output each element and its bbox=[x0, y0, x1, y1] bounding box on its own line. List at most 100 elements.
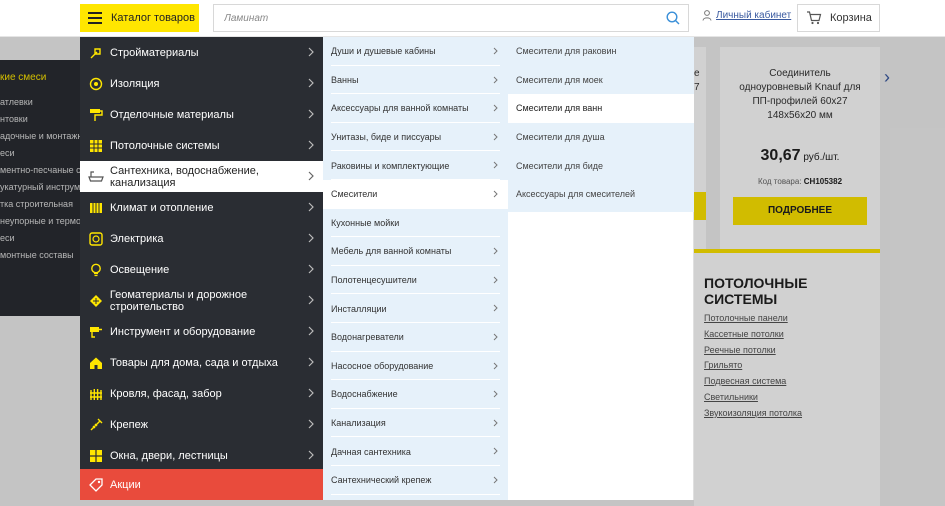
submenu-item-label: Раковины и комплектующие bbox=[331, 160, 450, 171]
catalog-item-climate-heating[interactable]: Климат и отопление bbox=[80, 192, 323, 223]
catalog-item-building-materials[interactable]: Стройматериалы bbox=[80, 37, 323, 68]
chevron-right-icon bbox=[308, 171, 314, 181]
submenu-item[interactable]: Водоснабжение bbox=[323, 380, 508, 409]
chevron-right-icon bbox=[493, 190, 498, 198]
chevron-right-icon bbox=[308, 202, 314, 212]
chevron-right-icon bbox=[308, 388, 314, 398]
cart-button[interactable]: Корзина bbox=[797, 4, 880, 32]
catalog-item-label: Изоляция bbox=[110, 77, 160, 90]
chevron-right-icon bbox=[308, 264, 314, 274]
catalog-item-label: Товары для дома, сада и отдыха bbox=[110, 356, 278, 369]
catalog-item-label: Стройматериалы bbox=[110, 46, 199, 59]
catalog-item-electrical[interactable]: Электрика bbox=[80, 223, 323, 254]
submenu-item-label: Дачная сантехника bbox=[331, 446, 411, 457]
chevron-right-icon bbox=[308, 140, 314, 150]
submenu-item[interactable]: Раковины и комплектующие bbox=[323, 151, 508, 180]
chevron-right-icon bbox=[493, 276, 498, 284]
chevron-right-icon bbox=[308, 419, 314, 429]
mixers-item[interactable]: Смесители для биде bbox=[508, 151, 694, 180]
mixers-item[interactable]: Смесители для раковин bbox=[508, 37, 694, 66]
catalog-item-label: Крепеж bbox=[110, 418, 148, 431]
submenu-item[interactable]: Ванны bbox=[323, 66, 508, 95]
submenu-item[interactable]: Канализация bbox=[323, 409, 508, 438]
mixers-item[interactable]: Смесители для душа bbox=[508, 123, 694, 152]
catalog-item-ceiling-systems[interactable]: Потолочные системы bbox=[80, 130, 323, 161]
submenu-item[interactable]: Унитазы, биде и писсуары bbox=[323, 123, 508, 152]
submenu-item[interactable]: Дачная сантехника bbox=[323, 437, 508, 466]
chevron-right-icon bbox=[493, 305, 498, 312]
chevron-right-icon bbox=[308, 78, 314, 88]
submenu-item-label: Водоснабжение bbox=[331, 389, 398, 400]
submenu-item[interactable]: Полотенцесушители bbox=[323, 266, 508, 295]
submenu-item-label: Унитазы, биде и писсуары bbox=[331, 132, 442, 143]
catalog-item-label: Электрика bbox=[110, 232, 164, 245]
submenu-item[interactable]: Насосное оборудование bbox=[323, 352, 508, 381]
catalog-item-plumbing[interactable]: Сантехника, водоснабжение, канализация bbox=[80, 161, 323, 192]
submenu-item-label: Полотенцесушители bbox=[331, 275, 417, 286]
submenu-item-mixers[interactable]: Смесители bbox=[323, 180, 508, 209]
user-icon bbox=[702, 10, 712, 21]
catalog-item-home-garden[interactable]: Товары для дома, сада и отдыха bbox=[80, 347, 323, 378]
catalog-item-insulation[interactable]: Изоляция bbox=[80, 68, 323, 99]
catalog-item-geomaterials[interactable]: Геоматериалы и дорожное строительство bbox=[80, 285, 323, 316]
mixers-item-bath[interactable]: Смесители для ванн bbox=[508, 94, 694, 123]
bathtub-icon bbox=[88, 169, 104, 185]
submenu-item[interactable]: Водонагреватели bbox=[323, 323, 508, 352]
search-input[interactable] bbox=[214, 5, 654, 31]
submenu-item-label: Смесители bbox=[331, 189, 378, 200]
catalog-item-lighting[interactable]: Освещение bbox=[80, 254, 323, 285]
submenu-item[interactable]: Кухонные мойки bbox=[323, 209, 508, 238]
submenu-item-label: Сантехнический крепеж bbox=[331, 475, 432, 486]
chevron-right-icon bbox=[493, 133, 498, 141]
cart-icon bbox=[807, 11, 822, 25]
cart-label: Корзина bbox=[830, 12, 872, 24]
chevron-right-icon bbox=[308, 450, 314, 460]
catalog-item-label: Освещение bbox=[110, 263, 170, 276]
account-link-label: Личный кабинет bbox=[716, 10, 792, 21]
search-box bbox=[213, 4, 689, 32]
search-icon[interactable] bbox=[666, 11, 680, 25]
submenu-item-label: Ванны bbox=[331, 74, 359, 85]
submenu-item-label: Мебель для ванной комнаты bbox=[331, 246, 452, 257]
mixers-item[interactable]: Смесители для моек bbox=[508, 66, 694, 95]
catalog-item-windows-doors-stairs[interactable]: Окна, двери, лестницы bbox=[80, 440, 323, 471]
catalog-item-tools-equipment[interactable]: Инструмент и оборудование bbox=[80, 316, 323, 347]
catalog-item-label: Инструмент и оборудование bbox=[110, 325, 256, 338]
submenu-item[interactable]: Сантехнический крепеж bbox=[323, 466, 508, 495]
submenu-item-label: Аксессуары для ванной комнаты bbox=[331, 103, 469, 114]
mixers-item[interactable]: Аксессуары для смесителей bbox=[508, 180, 694, 209]
site-header: Каталог товаров Личный кабинет Корзина bbox=[0, 0, 945, 37]
catalog-item-label: Потолочные системы bbox=[110, 139, 220, 152]
chevron-right-icon bbox=[493, 47, 498, 55]
hamburger-icon bbox=[88, 12, 102, 24]
chevron-right-icon bbox=[308, 233, 314, 243]
catalog-button[interactable]: Каталог товаров bbox=[80, 4, 199, 32]
drill-icon bbox=[88, 324, 104, 340]
socket-icon bbox=[88, 231, 104, 247]
tag-icon bbox=[88, 477, 104, 493]
house-icon bbox=[88, 355, 104, 371]
account-link[interactable]: Личный кабинет bbox=[702, 10, 791, 21]
lightbulb-icon bbox=[88, 262, 104, 278]
submenu-item[interactable]: Души и душевые кабины bbox=[323, 37, 508, 66]
chevron-right-icon bbox=[493, 362, 498, 369]
mixers-submenu: Смесители для раковин Смесители для моек… bbox=[508, 37, 694, 500]
paint-roller-icon bbox=[88, 107, 104, 123]
catalog-item-fasteners[interactable]: Крепеж bbox=[80, 409, 323, 440]
insulation-roll-icon bbox=[88, 76, 104, 92]
chevron-right-icon bbox=[493, 448, 498, 455]
chevron-right-icon bbox=[493, 104, 498, 112]
radiator-icon bbox=[88, 200, 104, 216]
submenu-item[interactable]: Мебель для ванной комнаты bbox=[323, 237, 508, 266]
catalog-item-promotions[interactable]: Акции bbox=[80, 469, 323, 500]
trowel-icon bbox=[88, 45, 104, 61]
catalog-item-finishing-materials[interactable]: Отделочные материалы bbox=[80, 99, 323, 130]
catalog-item-label: Отделочные материалы bbox=[110, 108, 234, 121]
catalog-menu: Стройматериалы Изоляция Отделочные матер… bbox=[80, 37, 323, 500]
chevron-right-icon bbox=[308, 357, 314, 367]
submenu-item[interactable]: Инсталляции bbox=[323, 294, 508, 323]
submenu-item[interactable]: Аксессуары для ванной комнаты bbox=[323, 94, 508, 123]
submenu-item-label: Души и душевые кабины bbox=[331, 46, 436, 57]
chevron-right-icon bbox=[308, 326, 314, 336]
catalog-item-roofing-facade-fence[interactable]: Кровля, фасад, забор bbox=[80, 378, 323, 409]
